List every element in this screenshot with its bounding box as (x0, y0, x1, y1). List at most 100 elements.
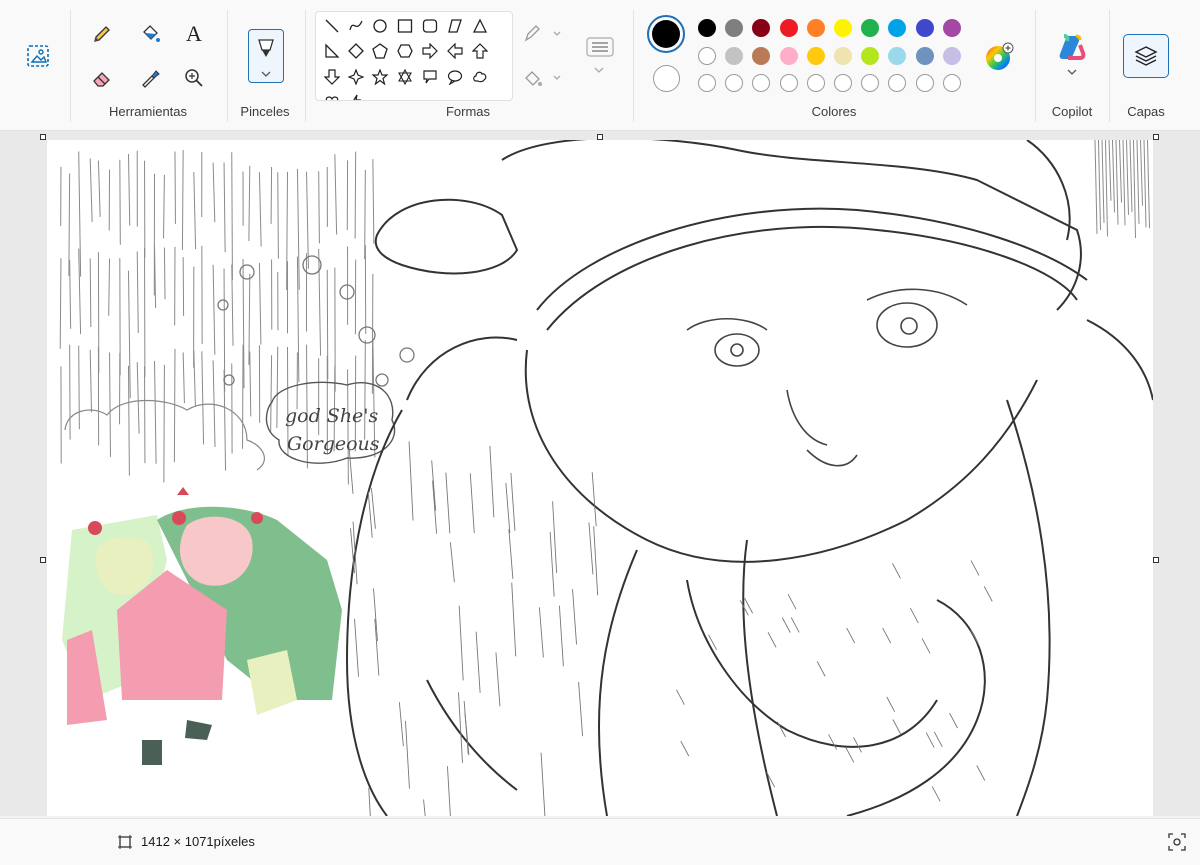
brush-button[interactable] (248, 29, 284, 83)
color-picker-icon[interactable] (136, 64, 164, 92)
chevron-down-icon (260, 70, 272, 78)
color-swatch[interactable] (725, 19, 743, 37)
primary-color-swatch (652, 20, 680, 48)
copilot-button[interactable] (1054, 30, 1090, 80)
screenshot-icon[interactable] (1168, 833, 1186, 851)
cloud-callout-shape-icon[interactable] (470, 67, 490, 87)
pencil-icon[interactable] (88, 20, 116, 48)
status-bar: 1412 × 1071píxeles (0, 818, 1200, 865)
oval-shape-icon[interactable] (370, 16, 390, 36)
brush-icon (249, 32, 283, 66)
custom-color-slot[interactable] (752, 74, 770, 92)
color-swatch[interactable] (888, 19, 906, 37)
color-swatch[interactable] (834, 19, 852, 37)
color-swatch[interactable] (943, 47, 961, 65)
color-swatch[interactable] (698, 47, 716, 65)
edit-colors-button[interactable] (984, 42, 1014, 72)
primary-color-selector[interactable] (647, 15, 685, 53)
text-tool[interactable]: A (180, 20, 208, 48)
copilot-icon (1054, 30, 1090, 64)
custom-color-slot[interactable] (698, 74, 716, 92)
heart-shape-icon[interactable] (322, 92, 342, 101)
resize-handle[interactable] (597, 134, 603, 140)
up-arrow-shape-icon[interactable] (470, 41, 490, 61)
custom-color-slot[interactable] (780, 74, 798, 92)
color-swatch[interactable] (916, 19, 934, 37)
color-swatch[interactable] (861, 47, 879, 65)
color-swatch[interactable] (807, 47, 825, 65)
canvas-size-icon (117, 834, 133, 850)
custom-color-slot[interactable] (916, 74, 934, 92)
divider (633, 10, 634, 122)
divider (305, 10, 306, 122)
color-swatch[interactable] (861, 19, 879, 37)
oval-callout-shape-icon[interactable] (445, 67, 465, 87)
six-point-star-shape-icon[interactable] (395, 67, 415, 87)
resize-handle[interactable] (1153, 134, 1159, 140)
fill-icon[interactable] (522, 64, 562, 92)
color-wheel-icon (984, 42, 1014, 72)
custom-color-slot[interactable] (807, 74, 825, 92)
triangle-shape-icon[interactable] (470, 16, 490, 36)
chevron-down-icon (1066, 68, 1078, 76)
custom-color-slot[interactable] (943, 74, 961, 92)
resize-handle[interactable] (1153, 557, 1159, 563)
color-swatch[interactable] (807, 19, 825, 37)
color-swatch[interactable] (698, 19, 716, 37)
four-point-star-shape-icon[interactable] (346, 67, 366, 87)
ribbon: A Herramientas Pinceles (0, 0, 1200, 131)
color-swatch[interactable] (780, 19, 798, 37)
color-swatch[interactable] (752, 47, 770, 65)
color-swatch[interactable] (943, 19, 961, 37)
color-swatch[interactable] (888, 47, 906, 65)
secondary-color-selector[interactable] (653, 65, 680, 92)
down-arrow-shape-icon[interactable] (322, 67, 342, 87)
size-icon[interactable] (584, 34, 616, 78)
image-select-icon[interactable] (24, 42, 52, 70)
eraser-icon[interactable] (88, 64, 116, 92)
hexagon-shape-icon[interactable] (395, 41, 415, 61)
rect-callout-shape-icon[interactable] (420, 67, 440, 87)
custom-color-slot[interactable] (725, 74, 743, 92)
outline-icon[interactable] (522, 20, 562, 48)
lightning-shape-icon[interactable] (346, 92, 366, 101)
magnifier-icon[interactable] (180, 64, 208, 92)
left-arrow-shape-icon[interactable] (445, 41, 465, 61)
shapes-group-label: Formas (420, 104, 516, 119)
speech-text-line1: god She's (285, 405, 379, 427)
divider (70, 10, 71, 122)
drawing-canvas[interactable]: god She's Gorgeous (47, 140, 1153, 816)
layers-group-label: Capas (1116, 104, 1176, 119)
divider (1109, 10, 1110, 122)
colors-group-label: Colores (794, 104, 874, 119)
divider (227, 10, 228, 122)
line-shape-icon[interactable] (322, 16, 342, 36)
resize-handle[interactable] (40, 557, 46, 563)
fill-bucket-icon[interactable] (136, 20, 164, 48)
color-swatch[interactable] (780, 47, 798, 65)
color-swatch[interactable] (752, 19, 770, 37)
divider (1035, 10, 1036, 122)
layers-button[interactable] (1123, 34, 1169, 78)
colored-character-art (62, 487, 342, 765)
color-swatch[interactable] (725, 47, 743, 65)
custom-color-slot[interactable] (888, 74, 906, 92)
color-swatch[interactable] (916, 47, 934, 65)
rounded-rectangle-shape-icon[interactable] (420, 16, 440, 36)
resize-handle[interactable] (40, 134, 46, 140)
pentagon-shape-icon[interactable] (370, 41, 390, 61)
text-icon: A (186, 21, 202, 47)
polygon-shape-icon[interactable] (445, 16, 465, 36)
copilot-group-label: Copilot (1040, 104, 1104, 119)
diamond-shape-icon[interactable] (346, 41, 366, 61)
canvas-dimensions: 1412 × 1071píxeles (141, 834, 255, 849)
curve-shape-icon[interactable] (346, 16, 366, 36)
right-triangle-shape-icon[interactable] (322, 41, 342, 61)
rectangle-shape-icon[interactable] (395, 16, 415, 36)
custom-color-slot[interactable] (861, 74, 879, 92)
color-swatch[interactable] (834, 47, 852, 65)
five-point-star-shape-icon[interactable] (370, 67, 390, 87)
custom-color-slot[interactable] (834, 74, 852, 92)
tools-group-label: Herramientas (88, 104, 208, 119)
right-arrow-shape-icon[interactable] (420, 41, 440, 61)
